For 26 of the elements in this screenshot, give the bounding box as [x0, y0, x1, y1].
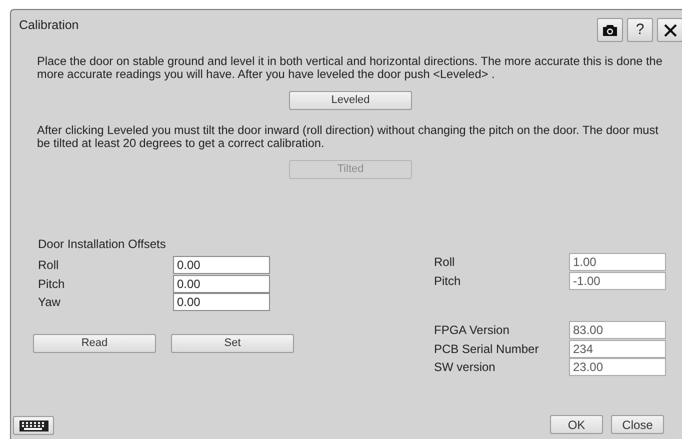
window-title: Calibration [19, 17, 79, 34]
action-button[interactable]: Leveled [289, 91, 412, 110]
field-label: Roll [434, 254, 456, 272]
input-field[interactable]: 234 [569, 340, 666, 358]
field-label: Pitch [38, 276, 66, 293]
help-button[interactable]: ? [627, 18, 653, 42]
input-field[interactable]: 0.00 [173, 256, 270, 274]
instruction-text: Place the door on stable ground and level it in both vertical and horizontal directions. The more accurate this is done the more accurate readings you will have. After you have leveled the door push <Leveled> . [37, 55, 664, 81]
dialog-button[interactable]: Close [611, 415, 664, 434]
field-label: PCB Serial Number [434, 340, 540, 358]
input-field[interactable]: 0.00 [173, 274, 270, 293]
input-field[interactable]: 0.00 [173, 293, 270, 312]
field-label: Pitch [434, 272, 462, 290]
field-label: Yaw [38, 294, 62, 312]
input-field[interactable]: 1.00 [569, 253, 666, 272]
dialog-button[interactable]: OK [550, 415, 603, 434]
input-field[interactable]: -1.00 [569, 272, 666, 290]
section-title: Door Installation Offsets [38, 236, 167, 253]
action-button[interactable]: Read [33, 334, 156, 352]
field-label: FPGA Version [434, 322, 510, 340]
input-field[interactable]: 23.00 [569, 358, 666, 376]
input-field[interactable]: 83.00 [569, 321, 666, 340]
field-label: SW version [434, 359, 496, 376]
field-label: Roll [38, 257, 60, 274]
action-button[interactable]: Set [171, 334, 294, 352]
instruction-text: After clicking Leveled you must tilt the door inward (roll direction) without changing the pitch on the door. The door must be tilted at least 20 degrees to get a correct calibration. [37, 124, 660, 150]
